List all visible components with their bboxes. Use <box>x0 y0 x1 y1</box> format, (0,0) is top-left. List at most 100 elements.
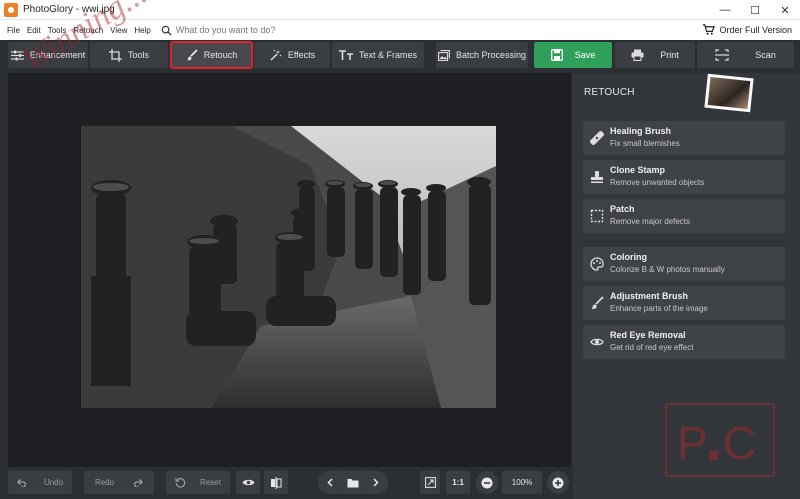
menu-edit[interactable]: Edit <box>27 26 41 35</box>
printer-icon <box>631 49 644 61</box>
fit-to-screen-button[interactable] <box>420 471 440 494</box>
brush-icon <box>186 49 198 61</box>
retouch-panel: RETOUCH Healing Brush Fix small blemishe… <box>573 73 800 499</box>
image-canvas[interactable] <box>8 73 571 467</box>
chevron-right-icon <box>373 478 379 487</box>
menu-tools[interactable]: Tools <box>48 26 67 35</box>
zoom-level-field[interactable]: 100% <box>502 471 542 494</box>
tool-healing-brush-desc: Fix small blemishes <box>610 139 680 148</box>
compare-button[interactable] <box>264 471 288 494</box>
zoom-out-button[interactable] <box>476 471 498 494</box>
tab-tools-label: Tools <box>127 50 149 60</box>
floppy-icon <box>550 49 563 61</box>
save-button[interactable]: Save <box>534 42 612 68</box>
chevron-left-icon <box>327 478 333 487</box>
split-view-icon <box>271 476 282 489</box>
tab-text-frames[interactable]: Text & Frames <box>332 42 424 68</box>
bottom-bar: Undo Redo Reset 1:1 100% <box>0 467 573 499</box>
patch-icon <box>590 209 604 223</box>
order-label: Order Full Version <box>719 24 792 35</box>
reset-label: Reset <box>200 478 221 487</box>
tool-clone-stamp-desc: Remove unwanted objects <box>610 178 705 187</box>
tab-effects-label: Effects <box>287 50 316 60</box>
crop-icon <box>108 48 122 62</box>
panel-divider <box>583 241 785 242</box>
undo-button[interactable]: Undo <box>8 471 72 494</box>
menu-view[interactable]: View <box>110 26 127 35</box>
menu-bar: File Edit Tools Retouch View Help Order … <box>0 20 800 40</box>
minimize-button[interactable]: — <box>710 0 740 20</box>
next-image-button[interactable] <box>364 471 388 494</box>
tool-healing-brush[interactable]: Healing Brush Fix small blemishes <box>583 121 785 155</box>
close-button[interactable]: ✕ <box>770 0 800 20</box>
menu-file[interactable]: File <box>7 26 20 35</box>
zoom-in-button[interactable] <box>547 471 569 494</box>
order-full-version-link[interactable]: Order Full Version <box>702 23 792 36</box>
tool-healing-brush-name: Healing Brush <box>610 126 672 136</box>
tool-adjustment-brush-name: Adjustment Brush <box>610 291 689 301</box>
brush-icon <box>591 296 604 309</box>
app-window: PhotoGlory - wwi.jpg — ☐ ✕ File Edit Too… <box>0 0 800 499</box>
search-icon <box>161 25 172 36</box>
batch-processing-button[interactable]: Batch Processing <box>436 42 528 68</box>
tool-coloring-desc: Colorize B & W photos manually <box>610 265 725 274</box>
scan-button[interactable]: Scan <box>697 42 794 68</box>
wwi-soldiers-photo <box>81 126 496 408</box>
pc-logo-watermark: P C <box>665 403 775 477</box>
search-box[interactable] <box>161 25 356 36</box>
window-controls: — ☐ ✕ <box>710 0 800 20</box>
panel-header: RETOUCH <box>573 73 800 113</box>
tab-enhancement[interactable]: Enhancement <box>8 42 88 68</box>
tool-red-eye-removal-name: Red Eye Removal <box>610 330 686 340</box>
menu-retouch[interactable]: Retouch <box>73 26 103 35</box>
menu-help[interactable]: Help <box>134 26 150 35</box>
tab-tools[interactable]: Tools <box>90 42 168 68</box>
tool-patch-name: Patch <box>610 204 635 214</box>
tool-red-eye-removal[interactable]: Red Eye Removal Get rid of red eye effec… <box>583 325 785 359</box>
magic-wand-icon <box>270 49 282 61</box>
text-icon <box>338 49 353 60</box>
scanner-icon <box>715 49 730 61</box>
tab-text-frames-label: Text & Frames <box>358 50 417 60</box>
open-folder-button[interactable] <box>342 471 364 494</box>
title-bar: PhotoGlory - wwi.jpg — ☐ ✕ <box>0 0 800 20</box>
preview-toggle-button[interactable] <box>236 471 260 494</box>
eye-icon <box>590 338 604 346</box>
tool-red-eye-removal-desc: Get rid of red eye effect <box>610 343 694 352</box>
panel-title: RETOUCH <box>584 87 635 98</box>
folder-icon <box>347 478 359 487</box>
zoom-level-value: 100% <box>511 478 533 487</box>
tool-clone-stamp-name: Clone Stamp <box>610 165 666 175</box>
clone-stamp-icon <box>591 171 603 183</box>
tab-retouch[interactable]: Retouch <box>170 41 253 69</box>
tab-retouch-label: Retouch <box>203 50 238 60</box>
tool-clone-stamp[interactable]: Clone Stamp Remove unwanted objects <box>583 160 785 194</box>
healing-brush-icon <box>590 131 604 145</box>
cart-icon <box>703 24 716 35</box>
maximize-button[interactable]: ☐ <box>740 0 770 20</box>
tool-adjustment-brush[interactable]: Adjustment Brush Enhance parts of the im… <box>583 286 785 320</box>
svg-text:P: P <box>677 417 708 469</box>
redo-button[interactable]: Redo <box>84 471 154 494</box>
reset-icon <box>175 478 186 488</box>
tool-patch-desc: Remove major defects <box>610 217 691 226</box>
previous-image-button[interactable] <box>318 471 342 494</box>
zoom-out-icon <box>481 477 493 488</box>
tab-enhancement-label: Enhancement <box>29 50 86 60</box>
window-title: PhotoGlory - wwi.jpg <box>23 4 115 15</box>
tool-coloring[interactable]: Coloring Colorize B & W photos manually <box>583 247 785 281</box>
undo-label: Undo <box>43 478 64 487</box>
photo-preview[interactable] <box>81 126 496 408</box>
batch-processing-label: Batch Processing <box>455 50 527 60</box>
print-button[interactable]: Print <box>615 42 695 68</box>
tab-effects[interactable]: Effects <box>254 42 330 68</box>
reset-button[interactable]: Reset <box>166 471 230 494</box>
print-label: Print <box>660 50 679 60</box>
actual-size-button[interactable]: 1:1 <box>446 471 470 494</box>
search-input[interactable] <box>175 25 356 35</box>
undo-icon <box>17 478 26 487</box>
image-stack-icon <box>438 49 450 61</box>
tool-patch[interactable]: Patch Remove major defects <box>583 199 785 233</box>
zoom-in-icon <box>552 477 564 488</box>
panel-decorative-photo <box>704 73 754 113</box>
